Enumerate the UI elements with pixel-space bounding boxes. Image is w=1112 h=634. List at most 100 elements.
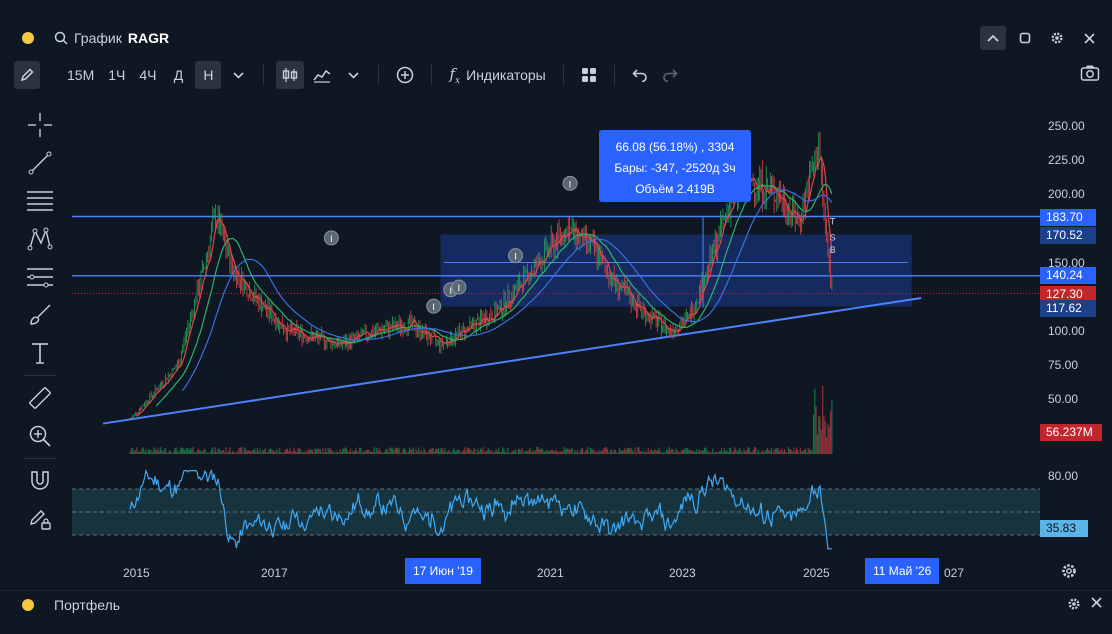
forecast-tool[interactable] xyxy=(20,258,60,296)
volume-bar xyxy=(414,452,416,454)
timeframe-4h[interactable]: 4Ч xyxy=(134,61,161,89)
screenshot-button[interactable] xyxy=(1080,64,1100,87)
volume-bar xyxy=(629,448,631,454)
volume-bar xyxy=(507,447,509,454)
volume-bar xyxy=(538,449,540,454)
pattern-tool[interactable] xyxy=(20,220,60,258)
volume-bar xyxy=(824,420,826,454)
volume-bar xyxy=(256,447,258,454)
volume-bar xyxy=(808,449,811,454)
volume-bar xyxy=(353,451,356,454)
magnet-tool[interactable] xyxy=(20,462,60,500)
volume-bar xyxy=(622,450,624,454)
volume-label: 56.237M xyxy=(1040,424,1102,441)
draw-mode-button[interactable] xyxy=(14,61,40,89)
symbol-search[interactable]: График RAGR xyxy=(54,30,169,46)
volume-bar xyxy=(389,447,391,454)
chart-type-dropdown[interactable] xyxy=(340,61,366,89)
layout-button[interactable] xyxy=(576,61,602,89)
volume-bar xyxy=(298,448,300,454)
volume-bar xyxy=(554,451,556,454)
volume-bar xyxy=(460,452,462,454)
volume-bar xyxy=(361,452,363,454)
oscillator-pane[interactable] xyxy=(72,458,1040,558)
volume-bar xyxy=(406,452,408,454)
volume-bar xyxy=(255,451,257,454)
volume-bar xyxy=(310,449,312,454)
volume-bar xyxy=(199,450,201,454)
close-button[interactable] xyxy=(1076,26,1102,50)
collapse-button[interactable] xyxy=(980,26,1006,50)
timeframe-dropdown[interactable] xyxy=(225,61,251,89)
text-icon xyxy=(32,343,48,364)
volume-bar xyxy=(561,450,563,454)
volume-bar xyxy=(321,452,323,454)
volume-bar xyxy=(701,450,703,454)
volume-bar xyxy=(641,451,643,454)
volume-bar xyxy=(242,452,244,454)
grid-icon xyxy=(581,68,596,82)
volume-bar xyxy=(260,452,262,454)
volume-bar xyxy=(183,448,185,454)
volume-bar xyxy=(331,450,333,454)
volume-bar xyxy=(520,450,522,454)
volume-bar xyxy=(486,450,488,454)
ruler-tool[interactable] xyxy=(20,379,60,417)
volume-bar xyxy=(485,451,487,454)
volume-bar xyxy=(220,450,222,454)
timeframe-day[interactable]: Д xyxy=(165,61,191,89)
time-axis[interactable]: 2015 2017 2021 2023 2025 027 17 Июн '19 … xyxy=(72,558,1040,586)
candles-type-button[interactable] xyxy=(276,61,305,89)
maximize-button[interactable] xyxy=(1012,26,1038,50)
brush-tool[interactable] xyxy=(20,296,60,334)
volume-bar xyxy=(382,452,384,454)
zoom-tool[interactable] xyxy=(20,417,60,455)
compare-add-button[interactable] xyxy=(391,61,419,89)
fib-tool[interactable] xyxy=(20,182,60,220)
indicators-button[interactable]: fx Индикаторы xyxy=(444,61,550,89)
volume-bar xyxy=(235,452,238,454)
gear-icon[interactable] xyxy=(1067,597,1081,611)
volume-bar xyxy=(172,452,175,454)
event-marker-label: I xyxy=(432,302,435,312)
volume-bar xyxy=(213,451,215,454)
timeframe-week[interactable]: Н xyxy=(195,61,222,89)
link-color-dot[interactable] xyxy=(22,32,34,44)
volume-bar xyxy=(435,448,437,454)
redo-button[interactable] xyxy=(657,61,683,89)
volume-bar xyxy=(380,451,382,454)
axis-settings-button[interactable] xyxy=(1060,562,1078,585)
volume-bar xyxy=(624,448,626,454)
volume-bar xyxy=(428,448,430,454)
volume-bar xyxy=(634,447,636,454)
volume-bar xyxy=(500,451,502,454)
link-color-dot[interactable] xyxy=(22,598,34,611)
settings-button[interactable] xyxy=(1044,26,1070,50)
volume-bar xyxy=(721,447,723,454)
signal-marker-s: S xyxy=(830,233,836,243)
measure-tooltip: 66.08 (56.18%) , 3304 Бары: -347, -2520д… xyxy=(599,130,751,202)
lock-drawings-tool[interactable] xyxy=(20,500,60,538)
volume-bar xyxy=(791,451,794,454)
price-chart[interactable]: III IIITSB xyxy=(72,98,1040,456)
volume-bar xyxy=(795,447,798,454)
crosshair-tool[interactable] xyxy=(20,106,60,144)
trend-line-tool[interactable] xyxy=(20,144,60,182)
area-type-button[interactable] xyxy=(308,61,336,89)
volume-bar xyxy=(212,447,214,454)
volume-bar xyxy=(398,448,400,454)
volume-bar xyxy=(330,447,332,454)
volume-bar xyxy=(386,449,388,454)
price-axis[interactable]: 250.00 225.00 200.00 150.00 100.00 75.00… xyxy=(1040,98,1112,558)
volume-bar xyxy=(749,451,752,454)
text-tool[interactable] xyxy=(20,334,60,372)
volume-bar xyxy=(376,447,378,454)
volume-bar xyxy=(645,450,647,454)
timeframe-1h[interactable]: 1Ч xyxy=(103,61,130,89)
volume-bar xyxy=(431,447,433,454)
timeframe-15m[interactable]: 15М xyxy=(62,61,99,89)
volume-bar xyxy=(372,451,374,454)
close-icon[interactable] xyxy=(1091,597,1102,608)
undo-button[interactable] xyxy=(627,61,653,89)
volume-bar xyxy=(167,452,169,454)
